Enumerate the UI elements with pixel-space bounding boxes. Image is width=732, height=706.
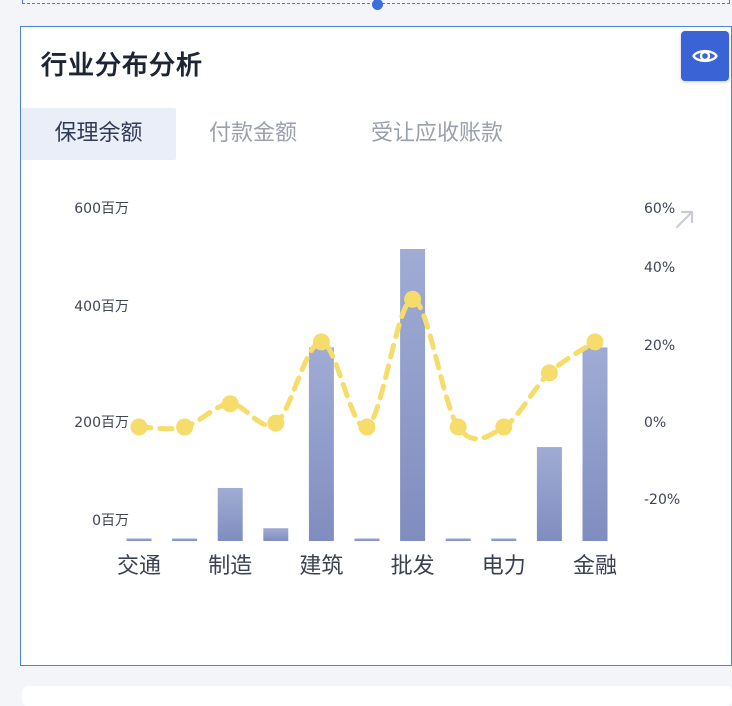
eye-icon xyxy=(692,49,718,63)
x-tick-label: 批发 xyxy=(391,554,435,579)
bar-1 xyxy=(172,538,198,541)
y-right-tick-label: 20% xyxy=(644,338,675,354)
bar-0 xyxy=(126,538,152,541)
y-right-tick-label: -20% xyxy=(644,492,680,508)
x-tick-label: 交通 xyxy=(117,554,161,579)
bar-8 xyxy=(491,538,517,541)
card-title: 行业分布分析 xyxy=(41,51,204,81)
industry-analysis-card: 行业分布分析 保理余额 付款金额 受让应收账款 600百万 400百万 200百万 0… xyxy=(20,26,732,666)
x-tick-label: 建筑 xyxy=(299,554,343,579)
bar-7 xyxy=(445,538,471,541)
line-point-8 xyxy=(495,418,513,436)
y-right-tick-label: 60% xyxy=(644,201,675,217)
line-point-1 xyxy=(176,418,194,436)
y-right-tick-label: 40% xyxy=(644,260,675,276)
bar-2 xyxy=(217,487,243,541)
tab-factoring-balance[interactable]: 保理余额 xyxy=(21,108,176,160)
line-point-3 xyxy=(267,414,285,432)
tab-payment-amount[interactable]: 付款金额 xyxy=(185,108,321,160)
series-line xyxy=(136,296,598,442)
line-point-7 xyxy=(449,418,467,436)
x-tick-label: 制造 xyxy=(208,554,252,579)
next-card xyxy=(22,686,732,706)
bar-5 xyxy=(354,538,380,541)
industry-chart: 600百万 400百万 200百万 0百万 60% 40% 20% 0% -20% 交通 制造 建筑 批… xyxy=(74,201,694,579)
line-point-2 xyxy=(221,395,239,413)
line-point-10 xyxy=(586,333,604,351)
line-point-6 xyxy=(404,290,422,308)
line-point-0 xyxy=(130,418,148,436)
x-tick-label: 金融 xyxy=(573,554,617,579)
arrow-up-right-icon[interactable] xyxy=(675,210,694,229)
line-point-5 xyxy=(358,418,376,436)
y-left-tick-label: 400百万 xyxy=(74,299,129,315)
y-left-tick-label: 0百万 xyxy=(92,513,129,529)
y-left-tick-label: 600百万 xyxy=(74,201,129,217)
tab-receivables-transferred[interactable]: 受让应收账款 xyxy=(337,108,537,160)
y-left-tick-label: 200百万 xyxy=(74,415,129,431)
bar-3 xyxy=(263,528,289,541)
line-point-4 xyxy=(312,333,330,351)
visibility-toggle-button[interactable] xyxy=(681,31,729,81)
bar-4 xyxy=(308,347,334,541)
y-right-tick-label: 0% xyxy=(644,415,666,431)
bar-10 xyxy=(582,347,608,541)
line-point-9 xyxy=(540,364,558,382)
resize-handle[interactable] xyxy=(372,0,383,10)
bar-9 xyxy=(536,447,562,541)
x-tick-label: 电力 xyxy=(482,554,526,579)
